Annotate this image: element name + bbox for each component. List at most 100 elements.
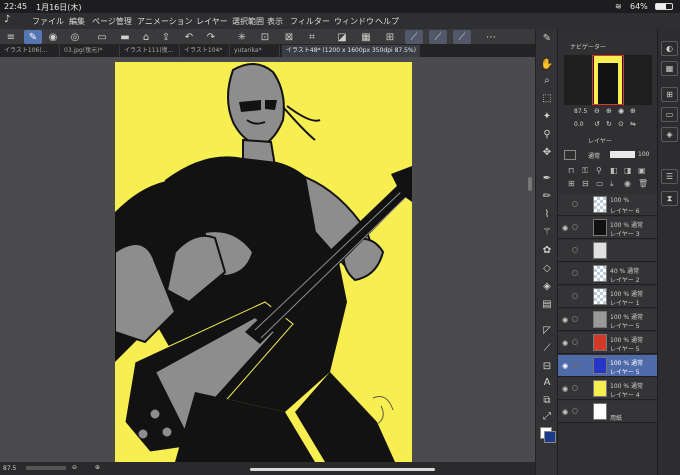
import-icon[interactable]: ⇪ [157,30,175,44]
layer-row[interactable]: 100 % 通常 レイヤー 1 [558,286,658,308]
move-layer-icon[interactable]: ✥ [539,145,555,159]
menu-page[interactable]: ページ管理 [92,16,132,27]
dock-sub-view-icon[interactable]: ▭ [661,107,678,122]
ruler-snap-icon[interactable]: ⟋ [405,30,423,44]
blend-mode-select[interactable]: 通常 [588,151,600,160]
menu-view[interactable]: 表示 [267,16,283,27]
menu-window[interactable]: ウィンドウ [334,16,374,27]
dock-layer-icon[interactable]: ☰ [661,169,678,184]
menu-help[interactable]: ヘルプ [375,16,399,27]
reference-layer-icon[interactable]: ◧ [610,166,618,175]
selection-tool-icon[interactable]: ⬚ [539,91,555,105]
layer-row[interactable]: ◉ 用紙 [558,401,658,423]
new-raster-layer-icon[interactable]: ⊞ [568,179,575,188]
ruler-icon[interactable]: ⊟ [539,359,555,373]
canvas-area[interactable] [0,57,535,462]
pen-select-icon[interactable]: ✎ [24,30,42,44]
zoom-tool-icon[interactable]: ⌕ [539,73,555,87]
navigator-preview[interactable] [564,55,652,105]
visibility-eye-icon[interactable]: ◉ [561,362,569,370]
layer-lock-icon[interactable] [572,362,578,368]
pencil-icon[interactable]: ✏ [539,189,555,203]
zoom-slider[interactable] [26,466,66,470]
menu-animation[interactable]: アニメーション [137,16,193,27]
dots-icon[interactable]: ⋯ [482,30,500,44]
navigator-frame[interactable] [592,55,624,105]
new-vector-layer-icon[interactable]: ⊟ [582,179,589,188]
figure-icon[interactable]: ◸ [539,323,555,337]
menu-layer[interactable]: レイヤー [196,16,228,27]
layer-color-icon[interactable] [564,150,576,160]
pan-tool-icon[interactable]: ✋ [539,57,555,71]
brush-icon[interactable]: ◎ [66,30,84,44]
rotate-right-icon[interactable]: ↻ [606,120,612,128]
snap-off-icon[interactable]: ◪ [333,30,351,44]
open-folder-icon[interactable]: ▬ [116,30,134,44]
transform-icon[interactable]: ✳ [233,30,251,44]
flip-horizontal-icon[interactable]: ⇋ [630,120,636,128]
redo-icon[interactable]: ↷ [202,30,220,44]
balloon-icon[interactable]: ⧉ [539,393,555,407]
menu-selection[interactable]: 選択範囲 [232,16,264,27]
lock-alpha-icon[interactable]: ⚲ [596,166,602,175]
dock-navigator-icon[interactable]: ⊞ [661,87,678,102]
tab-document[interactable]: yutarika* [230,45,280,57]
grid-snap-icon[interactable]: ⟋ [453,30,471,44]
nav-zoom-in-icon[interactable]: ⊕ [606,107,612,115]
visibility-eye-icon[interactable]: ◉ [561,339,569,347]
layer-lock-icon[interactable] [572,270,578,276]
frame-border-icon[interactable]: ⟋ [539,341,555,355]
deselect-icon[interactable]: ⊡ [256,30,274,44]
pen-tool-icon[interactable]: ✎ [539,31,555,45]
new-folder-icon[interactable]: ▭ [596,179,604,188]
airbrush-icon[interactable]: ⚚ [539,225,555,239]
layer-lock-icon[interactable] [572,201,578,207]
menu-filter[interactable]: フィルター [290,16,330,27]
gradient-icon[interactable]: ▤ [539,297,555,311]
tab-document[interactable]: イラスト111(復… [120,45,180,57]
zoom-in-icon[interactable]: ⊕ [95,464,100,471]
pen-icon[interactable]: ✒ [539,171,555,185]
eraser-icon[interactable]: ◇ [539,261,555,275]
nav-fit-icon[interactable]: ◉ [618,107,624,115]
clip-studio-icon[interactable]: ♪ [4,14,10,25]
layer-lock-icon[interactable] [572,224,578,230]
tab-document-active[interactable]: イラスト48* (1200 x 1600px 350dpi 87.5%) [282,45,420,57]
draft-layer-icon[interactable]: ◨ [624,166,632,175]
correct-line-icon[interactable]: ⤢ [539,409,555,423]
dock-color-icon[interactable]: ◐ [661,41,678,56]
tab-document[interactable]: イラスト104* [180,45,230,57]
rotate-left-icon[interactable]: ↺ [594,120,600,128]
merge-down-icon[interactable]: ⤓ [610,179,614,189]
invert-icon[interactable]: ⊠ [280,30,298,44]
layer-lock-icon[interactable] [572,316,578,322]
layer-row[interactable]: ◉ 100 % 通常 レイヤー 5 [558,355,658,377]
special-ruler-icon[interactable]: ⟋ [429,30,447,44]
layer-row[interactable]: ◉ 100 % 通常 レイヤー 3 [558,217,658,239]
mask-icon[interactable]: ◉ [624,179,631,188]
layer-row[interactable]: 40 % 通常 レイヤー 2 [558,263,658,285]
visibility-eye-icon[interactable]: ◉ [561,408,569,416]
lock-layer-icon[interactable]: ⚿ [582,166,588,176]
layer-row[interactable]: 100 % レイヤー 6 [558,194,658,216]
nav-zoom-out-icon[interactable]: ⊖ [594,107,600,115]
layer-mask-icon[interactable]: ▣ [638,166,646,175]
layer-lock-icon[interactable] [572,247,578,253]
reset-rotation-icon[interactable]: ⊙ [618,120,624,128]
layer-lock-icon[interactable] [572,339,578,345]
visibility-eye-icon[interactable]: ◉ [561,385,569,393]
menu-edit[interactable]: 編集 [69,16,85,27]
visibility-eye-icon[interactable]: ◉ [561,316,569,324]
visibility-eye-icon[interactable]: ◉ [561,224,569,232]
vertical-scrollbar[interactable] [528,177,532,191]
layer-lock-icon[interactable] [572,408,578,414]
layer-row[interactable]: ◉ 100 % 通常 レイヤー 5 [558,309,658,331]
decoration-icon[interactable]: ✿ [539,243,555,257]
layer-row[interactable]: ◉ 100 % 通常 レイヤー 4 [558,378,658,400]
dock-history-icon[interactable]: ⧗ [661,191,678,206]
layer-row[interactable]: ◉ 100 % 通常 レイヤー 5 [558,332,658,354]
canvas-artwork[interactable] [115,62,412,462]
fit-icon[interactable]: ⌗ [303,30,321,44]
dock-palette-icon[interactable]: ▦ [661,61,678,76]
save-icon[interactable]: ⌂ [137,30,155,44]
